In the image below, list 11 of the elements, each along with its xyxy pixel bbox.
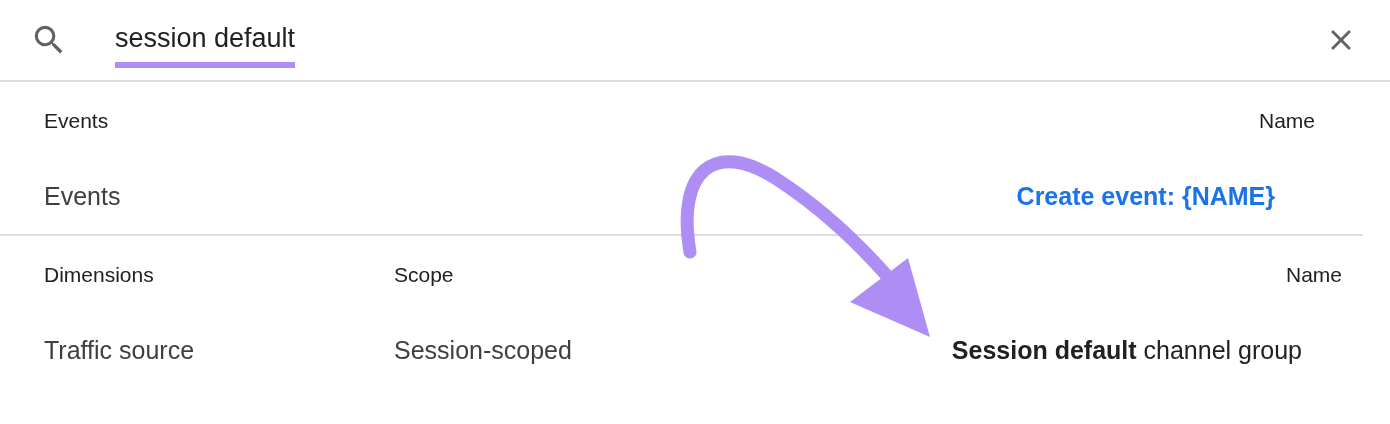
- row-label: Events: [44, 181, 122, 213]
- section-header: Events: [44, 108, 110, 135]
- column-header: Name: [1258, 108, 1315, 135]
- scope-cell-text: Session-scoped: [394, 335, 573, 367]
- column-header: Scope: [394, 262, 455, 289]
- search-field[interactable]: session default: [115, 20, 296, 68]
- column-header: Name: [1285, 262, 1342, 289]
- create-event-link[interactable]: Create event: {NAME}: [1016, 178, 1275, 216]
- row-label: Traffic source: [44, 335, 196, 367]
- dimension-name: Session default channel group: [951, 335, 1302, 367]
- section-header: Dimensions: [44, 262, 155, 289]
